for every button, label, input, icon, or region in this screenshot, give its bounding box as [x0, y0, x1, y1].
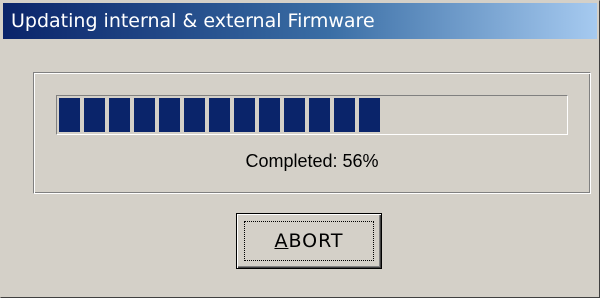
progress-block	[284, 98, 305, 132]
progress-status-label: Completed: 56%	[245, 151, 379, 171]
progress-block	[84, 98, 105, 132]
progress-block	[59, 98, 80, 132]
abort-label-rest: BORT	[288, 230, 344, 252]
progress-block	[359, 98, 380, 132]
progress-block	[259, 98, 280, 132]
progress-fill	[59, 98, 565, 132]
abort-accelerator-letter: A	[274, 230, 289, 252]
progress-block	[209, 98, 230, 132]
progress-block	[109, 98, 130, 132]
progress-block	[309, 98, 330, 132]
progress-bar	[56, 95, 568, 135]
progress-group: Completed: 56%	[33, 72, 591, 194]
progress-block	[134, 98, 155, 132]
title-bar[interactable]: Updating internal & external Firmware	[3, 3, 597, 39]
progress-block	[184, 98, 205, 132]
firmware-update-dialog: Updating internal & external Firmware Co…	[0, 0, 600, 298]
progress-block	[234, 98, 255, 132]
abort-button[interactable]: A BORT	[236, 213, 382, 269]
progress-block	[334, 98, 355, 132]
abort-button-label: A BORT	[244, 221, 374, 261]
progress-block	[159, 98, 180, 132]
window-title: Updating internal & external Firmware	[11, 10, 375, 32]
